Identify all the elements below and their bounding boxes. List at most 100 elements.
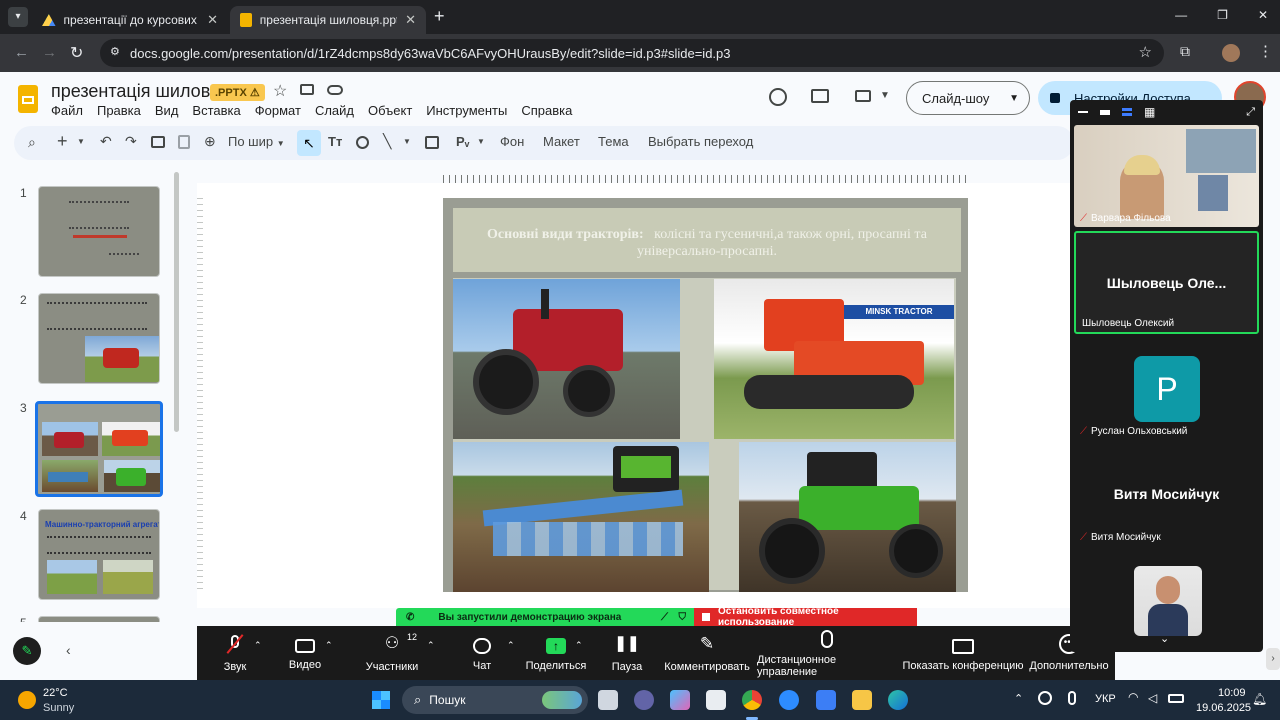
sync-icon[interactable] — [1038, 691, 1052, 705]
slide-thumbnail-2[interactable] — [38, 293, 160, 384]
slides-logo-icon[interactable] — [18, 85, 38, 113]
close-window-icon[interactable]: ✕ — [1258, 8, 1268, 22]
shape-icon[interactable] — [356, 136, 369, 149]
new-slide-icon[interactable]: + — [57, 131, 68, 152]
redo-icon[interactable]: ↷ — [125, 133, 137, 150]
site-info-icon[interactable]: ⚙ — [110, 45, 120, 58]
forward-icon[interactable]: → — [42, 44, 57, 61]
volume-icon[interactable]: ◁ — [1148, 691, 1157, 705]
move-folder-icon[interactable] — [300, 84, 314, 95]
menu-file[interactable]: Файл — [51, 103, 83, 118]
layout-button[interactable]: Макет — [543, 134, 580, 149]
chevron-up-icon[interactable]: ⌃ — [427, 640, 435, 651]
slide-thumbnail-1[interactable] — [38, 186, 160, 277]
red-crawler-tractor-image[interactable]: MINSK TRACTOR — [714, 279, 954, 439]
annotate-button[interactable]: ✎ — [13, 637, 41, 665]
defender-icon[interactable] — [816, 690, 836, 710]
file-explorer-icon[interactable] — [852, 690, 872, 710]
bookmark-star-icon[interactable]: ☆ — [1139, 43, 1152, 61]
participant-tile[interactable]: Шыловець Оле... Шыловець Олексий — [1074, 231, 1259, 334]
show-meeting-button[interactable]: Показать конференцию — [901, 626, 1025, 680]
history-icon[interactable] — [769, 88, 787, 106]
star-icon[interactable]: ☆ — [273, 81, 287, 101]
expand-icon[interactable]: ⤢ — [1246, 106, 1255, 119]
clock-date[interactable]: 19.06.2025 — [1196, 702, 1251, 714]
extensions-icon[interactable]: ⧉ — [1180, 43, 1190, 60]
chevron-up-icon[interactable]: ⌃ — [575, 640, 583, 651]
minimize-icon[interactable]: — — [1175, 8, 1187, 22]
text-box-icon[interactable]: Tт — [328, 134, 342, 149]
background-button[interactable]: Фон — [500, 134, 524, 149]
speaker-view-icon[interactable] — [1122, 108, 1132, 116]
windows-start-icon[interactable] — [372, 691, 390, 709]
store-icon[interactable] — [706, 690, 726, 710]
tab-list-button[interactable]: ▾ — [8, 7, 28, 27]
strip-view-icon[interactable] — [1100, 109, 1110, 115]
participant-tile[interactable]: ⌄ — [1074, 550, 1259, 648]
cloud-status-icon[interactable] — [327, 85, 343, 95]
browser-tab-2[interactable]: презентація шиловця.pptx - G ✕ — [230, 6, 426, 34]
participant-tile[interactable]: P ⟋ Руслан Ольховський — [1074, 338, 1259, 440]
line-icon[interactable]: ╲ — [383, 133, 391, 150]
language-indicator[interactable]: УКР — [1095, 693, 1116, 705]
chevron-down-icon[interactable]: ▼ — [477, 137, 485, 146]
slide-thumbnail-4[interactable]: Машинно-тракторний агрегат - — [38, 509, 160, 600]
participant-tile[interactable]: Витя Мосийчук ⟋ Витя Мосийчук — [1074, 444, 1259, 546]
zoom-icon[interactable]: ⊕ — [204, 133, 216, 150]
plough-tractor-image[interactable] — [453, 442, 709, 592]
stop-share-button[interactable]: Остановить совместное использование — [694, 606, 917, 628]
battery-icon[interactable] — [1168, 694, 1184, 703]
current-slide[interactable]: Основні види тракторів: колісні та гусен… — [443, 198, 968, 592]
teams-icon[interactable] — [634, 690, 654, 710]
menu-format[interactable]: Формат — [255, 103, 301, 118]
task-view-icon[interactable] — [598, 690, 618, 710]
chevron-down-icon[interactable]: ▼ — [880, 90, 890, 101]
wifi-icon[interactable]: ◠ — [1128, 690, 1138, 704]
menu-object[interactable]: Объект — [368, 103, 412, 118]
menu-edit[interactable]: Правка — [97, 103, 141, 118]
menu-slide[interactable]: Слайд — [315, 103, 354, 118]
comment-add-icon[interactable] — [425, 136, 439, 149]
chevron-up-icon[interactable]: ⌃ — [254, 640, 262, 651]
zoom-select[interactable]: По шир ▼ — [228, 134, 285, 149]
search-menus-icon[interactable]: ⌕ — [28, 134, 36, 151]
notification-bell-icon[interactable]: 🔔︎ — [1252, 692, 1267, 706]
chevron-up-icon[interactable]: ⌃ — [325, 640, 333, 651]
video-button[interactable]: Видео — [281, 626, 329, 680]
menu-help[interactable]: Справка — [521, 103, 572, 118]
chevron-down-icon[interactable]: ⌄ — [1160, 632, 1169, 645]
slide-thumbnail-5[interactable] — [38, 616, 160, 622]
paint-format-icon[interactable] — [178, 135, 190, 149]
browser-tab-1[interactable]: презентації до курсових груп ✕ — [32, 6, 228, 34]
text-style-icon[interactable]: Pᵥ — [456, 134, 469, 149]
weather-icon[interactable] — [18, 691, 36, 709]
chevron-down-icon[interactable]: ▼ — [403, 137, 411, 146]
participant-tile[interactable]: ⟋ Варвара Фільова — [1074, 125, 1259, 227]
profile-icon[interactable] — [1222, 44, 1240, 62]
select-tool-icon[interactable]: ↖ — [297, 130, 321, 156]
close-icon[interactable]: ✕ — [207, 12, 218, 28]
slideshow-dropdown-icon[interactable]: ▼ — [1009, 93, 1019, 104]
new-tab-button[interactable]: + — [434, 6, 445, 27]
microphone-icon[interactable] — [1068, 691, 1076, 705]
undo-icon[interactable]: ↶ — [100, 133, 112, 150]
transition-button[interactable]: Выбрать переход — [648, 134, 753, 149]
url-field[interactable]: ⚙ docs.google.com/presentation/d/1rZ4dcm… — [100, 39, 1164, 67]
menu-tools[interactable]: Инструменты — [426, 103, 507, 118]
chrome-icon[interactable] — [742, 690, 762, 710]
chat-button[interactable]: Чат — [461, 626, 503, 680]
doc-title[interactable]: презентація шиловця — [51, 81, 230, 102]
gallery-view-icon[interactable]: ▦ — [1144, 105, 1155, 119]
back-icon[interactable]: ← — [14, 44, 29, 61]
clock-time[interactable]: 10:09 — [1218, 687, 1246, 699]
maximize-icon[interactable]: ❐ — [1217, 8, 1228, 22]
chevron-up-icon[interactable]: ⌃ — [507, 640, 515, 651]
browser-menu-icon[interactable]: ⋮ — [1258, 42, 1273, 60]
red-wheeled-tractor-image[interactable] — [453, 279, 680, 439]
print-icon[interactable] — [151, 136, 165, 148]
weather-temp[interactable]: 22°C — [43, 687, 68, 699]
share-screen-button[interactable]: ↑ Поделиться — [525, 626, 587, 680]
pause-share-button[interactable]: ❚❚ Пауза — [605, 626, 649, 680]
minimize-panel-icon[interactable] — [1078, 111, 1088, 113]
chevron-left-icon[interactable]: ‹ — [66, 642, 71, 658]
